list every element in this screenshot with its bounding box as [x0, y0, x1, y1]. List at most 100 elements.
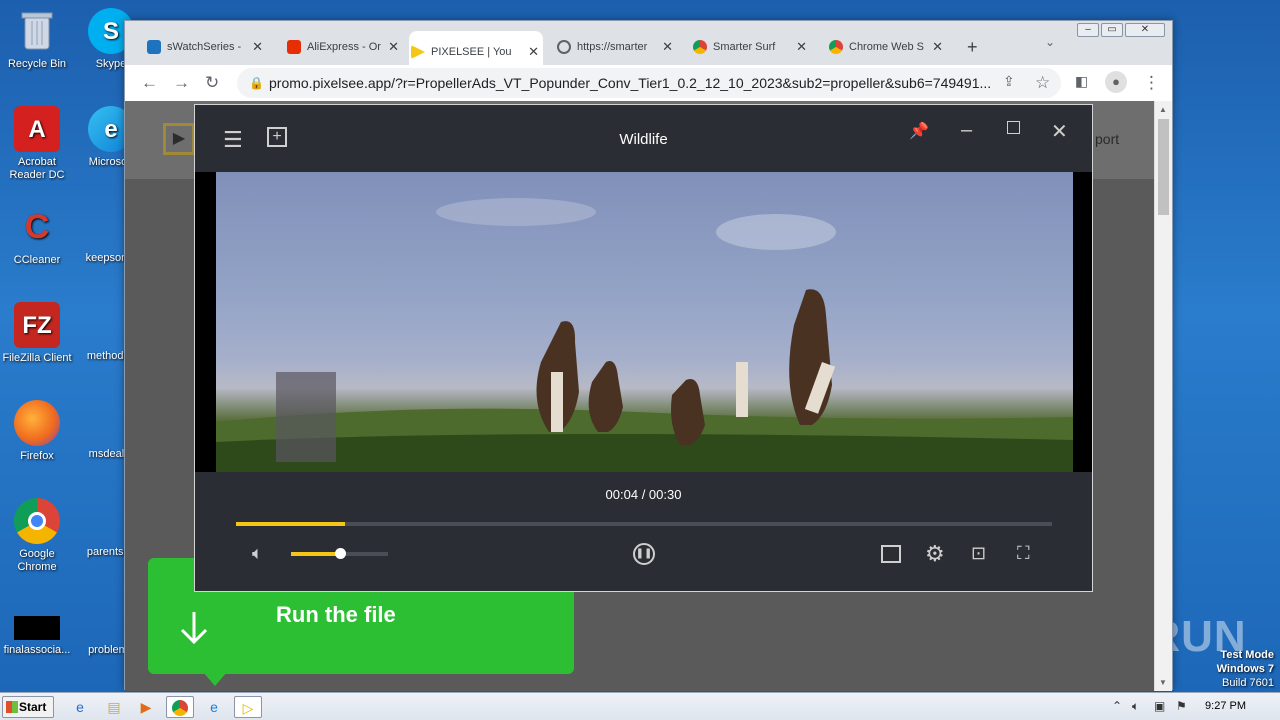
scroll-thumb[interactable]	[1158, 119, 1169, 215]
reload-icon[interactable]: ↻	[205, 73, 219, 93]
close-icon[interactable]: ✕	[662, 39, 673, 55]
tab-smarter-surf[interactable]: Smarter Surf ✕	[691, 33, 811, 61]
ie-taskbar-icon[interactable]: e	[66, 696, 94, 718]
start-label: Start	[19, 700, 47, 714]
desktop-icon-label: FileZilla Client	[2, 352, 72, 364]
desktop-icon-chrome[interactable]: Google Chrome	[0, 498, 74, 574]
chrome-favicon	[829, 40, 843, 54]
playback-time: 00:04 / 00:30	[605, 487, 682, 502]
tab-smarter-url[interactable]: https://smarter ✕	[555, 33, 677, 61]
start-button[interactable]: Start	[2, 696, 54, 718]
close-icon[interactable]: ✕	[796, 39, 807, 55]
profile-avatar-icon[interactable]: ●	[1105, 71, 1127, 93]
trash-icon	[14, 8, 60, 54]
menu-kebab-icon[interactable]: ⋮	[1143, 73, 1160, 93]
close-icon[interactable]: ✕	[388, 39, 399, 55]
video-frame	[216, 172, 1073, 472]
player-titlebar: ☰ + Wildlife 📌 – ✕	[195, 105, 1092, 173]
tab-chrome-web-store[interactable]: Chrome Web S ✕	[827, 33, 947, 61]
desktop-icon-label: CCleaner	[13, 254, 61, 266]
browser-toolbar: ← → ↻ 🔒 promo.pixelsee.app/?r=PropellerA…	[125, 65, 1172, 101]
close-window-button[interactable]: ✕	[1125, 23, 1165, 37]
video-player-window: ☰ + Wildlife 📌 – ✕ 00:04 / 00:30 🔈︎ ❚❚ ⚙…	[194, 104, 1093, 592]
explorer-taskbar-icon[interactable]: ▤	[100, 696, 128, 718]
action-center-flag-icon[interactable]: ⚑	[1176, 699, 1187, 713]
desktop-icon-filezilla[interactable]: FZ FileZilla Client	[0, 302, 74, 365]
windows-version-line: Windows 7	[1216, 663, 1274, 675]
bookmark-star-icon[interactable]: ☆	[1035, 73, 1050, 93]
support-link[interactable]: port	[1095, 131, 1119, 147]
chrome-favicon	[693, 40, 707, 54]
speaker-icon[interactable]: 🔈︎	[1132, 699, 1139, 714]
scroll-up-icon[interactable]: ▲	[1159, 105, 1167, 114]
minimize-icon[interactable]: –	[961, 119, 972, 142]
run-file-text: Run the file	[276, 602, 396, 627]
ccleaner-icon: C	[24, 207, 50, 246]
black-file-icon	[14, 616, 60, 640]
volume-level	[291, 552, 340, 556]
share-icon[interactable]: ⇪	[1003, 73, 1015, 90]
test-mode-label: Test Mode Windows 7 Build 7601	[1217, 648, 1274, 690]
cast-icon[interactable]: ⊡	[971, 543, 986, 564]
build-line: Build 7601	[1222, 677, 1274, 689]
desktop-icon-recycle-bin[interactable]: Recycle Bin	[0, 8, 74, 71]
desktop-icon-acrobat[interactable]: A Acrobat Reader DC	[0, 106, 74, 182]
back-arrow-icon[interactable]: ←	[141, 73, 158, 93]
tab-swatchseries[interactable]: sWatchSeries - ✕	[145, 33, 267, 61]
swatchseries-favicon	[147, 40, 161, 54]
close-icon[interactable]: ✕	[1051, 119, 1068, 144]
new-tab-button[interactable]: +	[961, 33, 991, 61]
desktop-icon-firefox[interactable]: Firefox	[0, 400, 74, 463]
tab-aliexpress[interactable]: AliExpress - Or ✕	[285, 33, 403, 61]
maximize-button[interactable]: ▭	[1101, 23, 1123, 37]
pixelsee-favicon	[411, 45, 425, 59]
desktop-icon-label: Recycle Bin	[7, 58, 67, 70]
tab-search-chevron-icon[interactable]: ⌄	[1045, 35, 1055, 49]
pause-icon[interactable]: ❚❚	[633, 543, 655, 565]
aliexpress-favicon	[287, 40, 301, 54]
edge-taskbar-icon[interactable]: e	[200, 696, 228, 718]
seek-bar-played	[236, 522, 345, 526]
tab-label: AliExpress - Or	[307, 41, 381, 53]
windows-logo-icon	[6, 701, 18, 713]
volume-icon[interactable]: 🔈︎	[252, 543, 263, 564]
close-icon[interactable]: ✕	[252, 39, 263, 55]
pixelsee-logo[interactable]: ▶	[163, 123, 195, 155]
desktop-icon-ccleaner[interactable]: C CCleaner	[0, 204, 74, 267]
minimize-button[interactable]: –	[1077, 23, 1099, 37]
video-area[interactable]	[195, 172, 1092, 472]
desktop-icon-label: Acrobat Reader DC	[9, 156, 65, 181]
url-text: promo.pixelsee.app/?r=PropellerAds_VT_Po…	[269, 75, 992, 91]
tab-label: sWatchSeries -	[167, 41, 242, 53]
close-icon[interactable]: ✕	[932, 39, 943, 55]
volume-knob[interactable]	[334, 548, 346, 559]
page-scrollbar[interactable]: ▲ ▼	[1154, 101, 1172, 691]
desktop-icon-finalassocia[interactable]: finalassocia...	[0, 616, 74, 657]
network-icon[interactable]: ▣	[1154, 699, 1165, 713]
tray-expand-icon[interactable]: ⌃	[1112, 699, 1122, 713]
maximize-icon[interactable]	[1007, 121, 1020, 134]
desktop-icon-label: Firefox	[20, 450, 54, 462]
tab-label: Smarter Surf	[713, 41, 776, 53]
chrome-taskbar-icon[interactable]	[166, 696, 194, 718]
side-panel-icon[interactable]: ◧	[1075, 73, 1088, 90]
seek-bar[interactable]	[236, 522, 1052, 526]
address-bar[interactable]: 🔒 promo.pixelsee.app/?r=PropellerAds_VT_…	[237, 68, 1061, 98]
close-icon[interactable]: ✕	[528, 44, 539, 60]
test-mode-line: Test Mode	[1220, 649, 1274, 661]
download-arrow-icon	[174, 608, 214, 648]
volume-slider[interactable]	[291, 548, 388, 559]
subtitles-icon[interactable]	[881, 545, 901, 563]
media-player-taskbar-icon[interactable]: ▶	[132, 696, 160, 718]
tab-label: https://smarter	[577, 41, 648, 53]
taskbar-clock[interactable]: 9:27 PM	[1205, 700, 1246, 712]
scroll-down-icon[interactable]: ▼	[1159, 678, 1167, 687]
desktop-icon-label: Google Chrome	[17, 548, 57, 573]
wildlife-birds-scene	[216, 198, 1073, 472]
settings-gear-icon[interactable]: ⚙	[925, 541, 945, 567]
fullscreen-icon[interactable]: ⛶	[1017, 543, 1030, 564]
player-title: Wildlife	[619, 131, 668, 148]
pin-icon[interactable]: 📌	[909, 121, 929, 141]
forward-arrow-icon[interactable]: →	[173, 73, 190, 93]
pixelsee-taskbar-icon[interactable]: ▷	[234, 696, 262, 718]
